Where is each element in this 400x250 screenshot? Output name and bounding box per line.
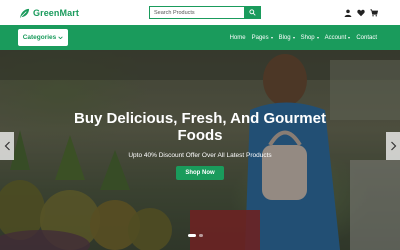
hero-title: Buy Delicious, Fresh, And Gourmet Foods <box>0 110 400 144</box>
nav-item-label: Home <box>229 34 246 41</box>
leaf-icon <box>19 8 30 18</box>
caret-down-icon <box>348 36 351 39</box>
next-slide-button[interactable] <box>386 132 400 160</box>
chevron-right-icon <box>390 141 396 151</box>
search-icon <box>248 9 256 16</box>
logo[interactable]: GreenMart <box>19 7 79 19</box>
user-icon[interactable] <box>344 9 352 17</box>
slider-dot-active[interactable] <box>188 234 196 237</box>
nav-item-account[interactable]: Account <box>325 35 351 41</box>
main-navbar: Categories Home Pages Blog Shop Account … <box>0 25 400 50</box>
nav-item-label: Account <box>324 34 347 41</box>
nav-item-label: Contact <box>356 34 377 41</box>
categories-button[interactable]: Categories <box>18 29 68 46</box>
chevron-down-icon <box>58 36 63 40</box>
header-icons <box>344 8 378 18</box>
hero-title-line1: Buy Delicious, Fresh, And Gourmet <box>74 110 326 127</box>
caret-down-icon <box>292 36 295 39</box>
heart-icon[interactable] <box>357 9 365 17</box>
hero-subtitle: Upto 40% Discount Offer Over All Latest … <box>128 152 272 159</box>
nav-item-pages[interactable]: Pages <box>252 35 273 41</box>
brand-name: GreenMart <box>33 8 79 18</box>
caret-down-icon <box>270 36 273 39</box>
search-bar <box>149 6 261 19</box>
hero-banner: Buy Delicious, Fresh, And Gourmet Foods … <box>0 50 400 250</box>
categories-label: Categories <box>22 34 57 41</box>
top-header: GreenMart <box>0 0 400 25</box>
nav-item-blog[interactable]: Blog <box>279 35 295 41</box>
search-button[interactable] <box>244 7 260 18</box>
nav-item-label: Pages <box>251 34 269 41</box>
nav-item-contact[interactable]: Contact <box>356 35 377 41</box>
hero-title-line2: Foods <box>177 127 223 144</box>
caret-down-icon <box>316 36 319 39</box>
slider-dots <box>188 234 203 237</box>
slider-dot[interactable] <box>199 234 203 237</box>
prev-slide-button[interactable] <box>0 132 14 160</box>
nav-item-shop[interactable]: Shop <box>301 35 319 41</box>
hero-overlay <box>0 50 400 250</box>
shop-now-button[interactable]: Shop Now <box>176 166 224 180</box>
cart-icon[interactable] <box>370 9 378 17</box>
nav-item-label: Blog <box>278 34 291 41</box>
nav-item-home[interactable]: Home <box>230 35 246 41</box>
nav-menu: Home Pages Blog Shop Account Contact <box>230 25 377 50</box>
chevron-left-icon <box>4 141 10 151</box>
nav-item-label: Shop <box>300 34 315 41</box>
search-input[interactable] <box>150 7 244 18</box>
